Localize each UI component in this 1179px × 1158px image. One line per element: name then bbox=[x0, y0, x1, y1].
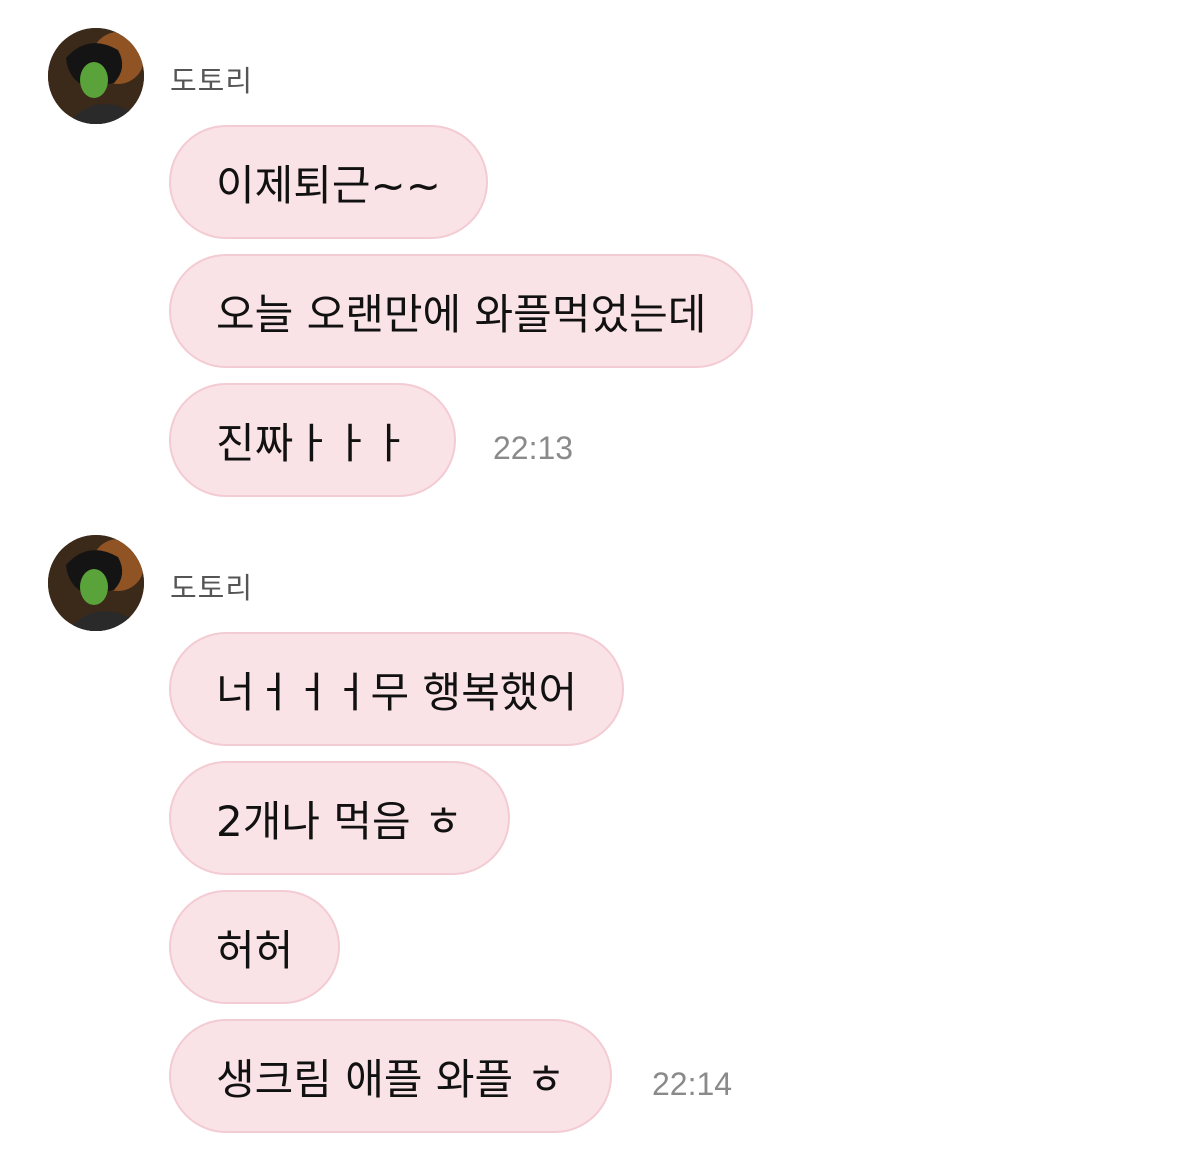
profile-photo-icon bbox=[48, 28, 144, 124]
message-bubble[interactable]: 생크림 애플 와플 ㅎ bbox=[169, 1019, 613, 1133]
message-bubble[interactable]: 오늘 오랜만에 와플먹었는데 bbox=[169, 254, 754, 368]
message-bubble[interactable]: 허허 bbox=[169, 890, 341, 1004]
message-timestamp: 22:14 bbox=[652, 1066, 733, 1102]
sender-name: 도토리 bbox=[170, 64, 254, 98]
message-bubble[interactable]: 이제퇴근~~ bbox=[169, 125, 488, 239]
profile-photo-icon bbox=[48, 535, 144, 631]
sender-name: 도토리 bbox=[170, 571, 254, 605]
avatar[interactable] bbox=[48, 28, 144, 124]
message-bubble[interactable]: 진짜ㅏㅏㅏ bbox=[169, 383, 457, 497]
message-bubble[interactable]: 2개나 먹음 ㅎ bbox=[169, 761, 510, 875]
message-timestamp: 22:13 bbox=[493, 430, 574, 466]
avatar[interactable] bbox=[48, 535, 144, 631]
message-bubble[interactable]: 너ㅓㅓㅓ무 행복했어 bbox=[169, 632, 625, 746]
